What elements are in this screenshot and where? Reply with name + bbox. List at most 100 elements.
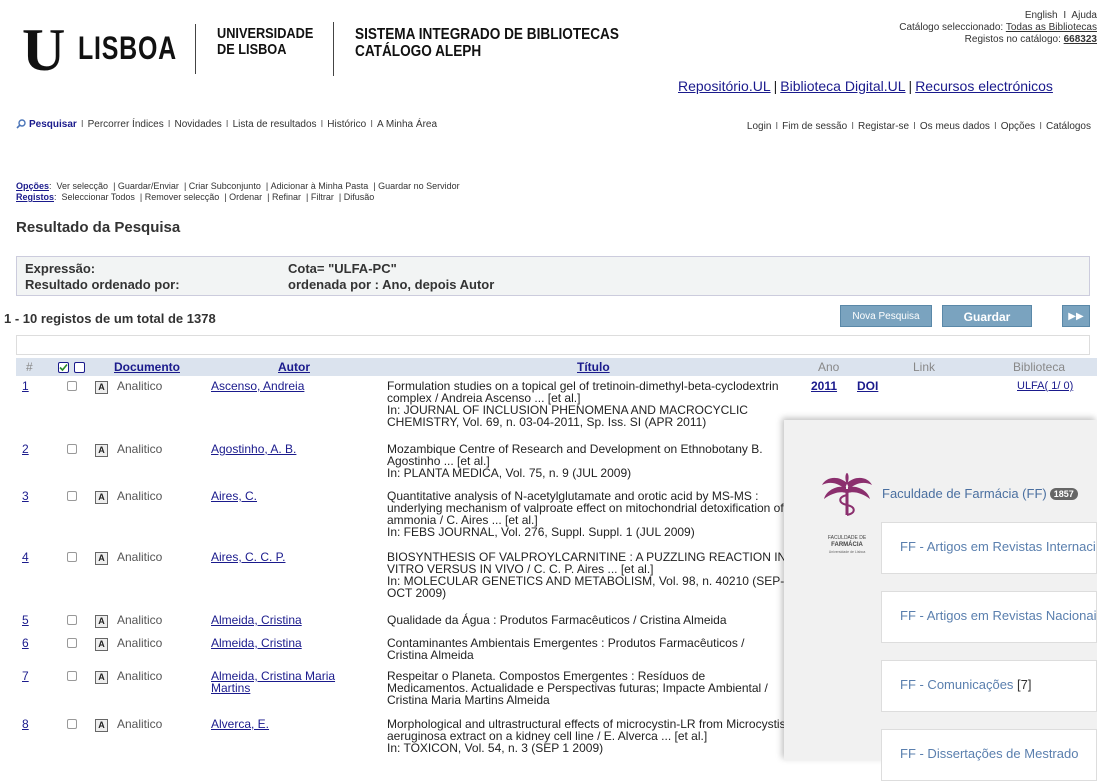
col-titulo[interactable]: Título xyxy=(577,360,610,374)
article-type-icon: A xyxy=(95,491,108,504)
document-type: Analitico xyxy=(117,379,163,393)
reg-refinar[interactable]: Refinar xyxy=(272,192,301,202)
english-link[interactable]: English xyxy=(1025,10,1058,21)
nav-percorrer-indices[interactable]: Percorrer Índices xyxy=(88,119,164,130)
collection-card[interactable]: FF - Dissertações de Mestrado xyxy=(881,729,1097,781)
save-button[interactable]: Guardar xyxy=(942,305,1032,327)
author-link[interactable]: Aires, C. xyxy=(211,490,371,502)
row-number-link[interactable]: 2 xyxy=(22,443,29,455)
nav-meus-dados[interactable]: Os meus dados xyxy=(920,121,990,132)
title-text[interactable]: Quantitative analysis of N-acetylglutama… xyxy=(387,490,787,538)
row-checkbox[interactable] xyxy=(67,615,77,625)
opt-ver-seleccao[interactable]: Ver selecção xyxy=(57,181,109,191)
row-checkbox[interactable] xyxy=(67,671,77,681)
logo-text-1: FACULDADE DE xyxy=(828,535,867,541)
card-label: FF - Artigos em Revistas Nacionais xyxy=(900,608,1097,623)
nav-historico[interactable]: Histórico xyxy=(327,119,366,130)
nav-fim-sessao[interactable]: Fim de sessão xyxy=(782,121,847,132)
nav-opcoes[interactable]: Opções xyxy=(1001,121,1035,132)
biblioteca-digital-link[interactable]: Biblioteca Digital.UL xyxy=(780,78,905,94)
opt-guardar-servidor[interactable]: Guardar no Servidor xyxy=(378,181,460,191)
col-autor[interactable]: Autor xyxy=(278,360,310,374)
title-text[interactable]: Contaminantes Ambientais Emergentes : Pr… xyxy=(387,637,787,661)
repositorio-link[interactable]: Repositório.UL xyxy=(678,78,771,94)
reg-remover-seleccao[interactable]: Remover selecção xyxy=(145,192,220,202)
year-link[interactable]: 2011 xyxy=(811,380,837,392)
author-link[interactable]: Alverca, E. xyxy=(211,718,371,730)
author-link[interactable]: Almeida, Cristina xyxy=(211,637,371,649)
doi-link[interactable]: DOI xyxy=(857,380,878,392)
title-text[interactable]: Respeitar o Planeta. Compostos Emergente… xyxy=(387,670,787,706)
card-label: FF - Artigos em Revistas Internacionais xyxy=(900,539,1096,554)
reg-filtrar[interactable]: Filtrar xyxy=(311,192,334,202)
title-text[interactable]: Formulation studies on a topical gel of … xyxy=(387,380,787,428)
row-checkbox[interactable] xyxy=(67,444,77,454)
row-number-link[interactable]: 3 xyxy=(22,490,29,502)
row-checkbox[interactable] xyxy=(67,638,77,648)
library-holdings-link[interactable]: ULFA( 1/ 0) xyxy=(1017,380,1073,392)
row-number-link[interactable]: 1 xyxy=(22,380,29,392)
system-name: SISTEMA INTEGRADO DE BIBLIOTECAS CATÁLOG… xyxy=(355,26,619,60)
nav-registar[interactable]: Registar-se xyxy=(858,121,909,132)
collection-card[interactable]: FF - Comunicações [7] xyxy=(881,660,1097,712)
nav-pesquisar[interactable]: Pesquisar xyxy=(29,119,77,130)
deselect-all-checkbox[interactable] xyxy=(74,362,85,373)
opt-criar-subconjunto[interactable]: Criar Subconjunto xyxy=(189,181,261,191)
row-number-link[interactable]: 7 xyxy=(22,670,29,682)
document-type: Analitico xyxy=(117,550,163,564)
catalog-label: Catálogo seleccionado: xyxy=(899,22,1004,33)
header-divider xyxy=(195,24,196,74)
nav-lista-resultados[interactable]: Lista de resultados xyxy=(233,119,317,130)
university-name: UNIVERSIDADE DE LISBOA xyxy=(217,26,313,58)
col-link: Link xyxy=(913,360,936,374)
row-checkbox[interactable] xyxy=(67,381,77,391)
faculty-logo: FACULDADE DE FARMÁCIA Universidade de Li… xyxy=(822,473,872,554)
faculty-title-text: Faculdade de Farmácia (FF) xyxy=(882,486,1047,501)
col-num: # xyxy=(26,360,33,374)
recursos-electronicos-link[interactable]: Recursos electrónicos xyxy=(915,78,1053,94)
row-number-link[interactable]: 4 xyxy=(22,551,29,563)
title-text[interactable]: Mozambique Centre of Research and Develo… xyxy=(387,443,787,479)
row-checkbox[interactable] xyxy=(67,491,77,501)
author-link[interactable]: Aires, C. C. P. xyxy=(211,551,371,563)
opt-adicionar-pasta[interactable]: Adicionar à Minha Pasta xyxy=(271,181,369,191)
row-number-link[interactable]: 8 xyxy=(22,718,29,730)
nav-login[interactable]: Login xyxy=(747,121,771,132)
new-search-button[interactable]: Nova Pesquisa xyxy=(840,305,932,327)
catalog-link[interactable]: Todas as Bibliotecas xyxy=(1006,22,1097,33)
collection-card[interactable]: FF - Artigos em Revistas Nacionais xyxy=(881,591,1097,643)
collection-card[interactable]: FF - Artigos em Revistas Internacionais xyxy=(881,522,1097,574)
document-type: Analitico xyxy=(117,613,163,627)
row-number-link[interactable]: 5 xyxy=(22,614,29,626)
reg-seleccionar-todos[interactable]: Seleccionar Todos xyxy=(62,192,135,202)
select-all-checkbox[interactable] xyxy=(58,362,69,373)
article-type-icon: A xyxy=(95,444,108,457)
title-text[interactable]: Morphological and ultrastructural effect… xyxy=(387,718,787,754)
page-title: Resultado da Pesquisa xyxy=(16,219,181,236)
author-link[interactable]: Ascenso, Andreia xyxy=(211,380,371,392)
faculty-title[interactable]: Faculdade de Farmácia (FF) 1857 xyxy=(882,486,1078,501)
row-number-link[interactable]: 6 xyxy=(22,637,29,649)
nav-novidades[interactable]: Novidades xyxy=(175,119,222,130)
logo-u: U xyxy=(22,17,66,83)
title-text[interactable]: Qualidade da Água : Produtos Farmacêutic… xyxy=(387,614,787,626)
document-type: Analitico xyxy=(117,489,163,503)
nav-catalogos[interactable]: Catálogos xyxy=(1046,121,1091,132)
article-type-icon: A xyxy=(95,615,108,628)
col-documento[interactable]: Documento xyxy=(114,360,180,374)
opt-guardar-enviar[interactable]: Guardar/Enviar xyxy=(118,181,179,191)
card-label: FF - Comunicações xyxy=(900,677,1018,692)
next-page-button[interactable]: ▶▶ xyxy=(1062,305,1090,327)
nav-minha-area[interactable]: A Minha Área xyxy=(377,119,437,130)
expression-value: Cota= "ULFA-PC" xyxy=(288,261,397,276)
university-line2: DE LISBOA xyxy=(217,41,287,58)
author-link[interactable]: Almeida, Cristina Maria Martins xyxy=(211,670,371,694)
row-checkbox[interactable] xyxy=(67,552,77,562)
author-link[interactable]: Almeida, Cristina xyxy=(211,614,371,626)
row-checkbox[interactable] xyxy=(67,719,77,729)
help-link[interactable]: Ajuda xyxy=(1071,10,1097,21)
reg-difusao[interactable]: Difusão xyxy=(344,192,375,202)
reg-ordenar[interactable]: Ordenar xyxy=(229,192,262,202)
author-link[interactable]: Agostinho, A. B. xyxy=(211,443,371,455)
title-text[interactable]: BIOSYNTHESIS OF VALPROYLCARNITINE : A PU… xyxy=(387,551,787,599)
